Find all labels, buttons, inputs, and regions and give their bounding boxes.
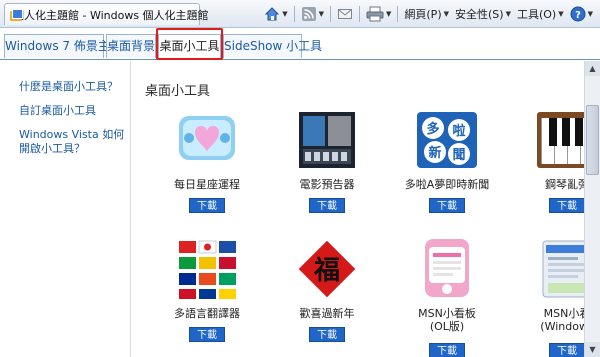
svg-text:聞: 聞: [452, 148, 465, 163]
vertical-scrollbar[interactable]: ▲ ▼: [584, 61, 600, 357]
tab-highlight-box: [156, 28, 223, 60]
new-year-fortune-icon: 福: [298, 240, 356, 298]
download-button[interactable]: 下載: [309, 198, 345, 213]
tab-windows7-themes[interactable]: Windows 7 佈景主題: [4, 34, 122, 58]
download-button[interactable]: 下載: [549, 343, 584, 357]
scroll-thumb[interactable]: [586, 105, 599, 175]
page-menu[interactable]: 網頁(P) ▼: [401, 4, 452, 24]
mail-button[interactable]: [334, 4, 356, 24]
tab-title: 個人化主題館 - Windows 個人化主題館: [13, 8, 209, 22]
scroll-down-arrow-icon[interactable]: ▼: [585, 342, 600, 357]
tools-menu[interactable]: 工具(O) ▼: [514, 4, 567, 24]
sidebar: 什麼是桌面小工具？ 自訂桌面小工具 Windows Vista 如何 開啟小工具…: [0, 61, 131, 357]
fortune-char: 福: [313, 256, 340, 286]
download-button[interactable]: 下載: [189, 198, 225, 213]
home-icon: [265, 7, 280, 21]
separator: [359, 6, 360, 22]
svg-text:啦: 啦: [452, 123, 465, 139]
tab-sideshow-gadgets[interactable]: SideShow 小工具: [223, 34, 322, 58]
gadget-name: 鋼琴亂彈: [545, 178, 584, 191]
msn-board-icon: [425, 239, 469, 297]
tab-desktop-backgrounds[interactable]: 桌面背景: [106, 34, 156, 58]
gadget-name: 歡喜過新年: [299, 307, 355, 320]
tools-menu-label: 工具(O): [516, 8, 557, 21]
download-button[interactable]: 下載: [429, 198, 465, 213]
favorite-tab[interactable]: 個人化主題館 - Windows 個人化主題館: [4, 3, 209, 25]
gadget-name: 每日星座運程: [174, 178, 240, 191]
sidebar-link-what-are-gadgets[interactable]: 什麼是桌面小工具？: [19, 80, 118, 94]
news-icon-char: 多: [426, 121, 439, 137]
browser-toolbar: 個人化主題館 - Windows 個人化主題館 ▼ ▼ ▼ 網頁(P) ▼ 安全…: [0, 0, 600, 28]
separator: [293, 6, 295, 22]
help-button[interactable]: ? ▼: [567, 4, 596, 24]
command-bar: ▼ ▼ ▼ 網頁(P) ▼ 安全性(S) ▼ 工具(O) ▼ ? ▼: [261, 4, 596, 24]
piano-icon: [537, 112, 584, 168]
gadget-gallery: 桌面小工具 每日星座運程 下載 電影預告器 下載 多 啦 新 聞 多啦A夢即時新…: [132, 61, 584, 357]
home-button[interactable]: ▼: [261, 4, 290, 24]
sidebar-link-vista-how[interactable]: Windows Vista 如何: [19, 128, 124, 142]
feeds-button[interactable]: ▼: [298, 4, 327, 24]
svg-text:?: ?: [575, 10, 581, 21]
news-icon: 多 啦 新 聞: [417, 112, 477, 168]
separator: [330, 6, 331, 22]
gadget-name: 多啦A夢即時新聞: [404, 178, 490, 191]
safety-menu[interactable]: 安全性(S) ▼: [452, 4, 514, 24]
download-button[interactable]: 下載: [309, 327, 345, 342]
rss-icon: [301, 7, 316, 21]
gallery-tabs: Windows 7 佈景主題 桌面背景 桌面小工具 SideShow 小工具: [0, 28, 600, 60]
print-button[interactable]: ▼: [363, 4, 394, 24]
printer-icon: [366, 6, 384, 22]
safety-menu-label: 安全性(S): [455, 8, 504, 21]
msn-board-windows-icon: [542, 240, 584, 298]
mail-icon: [338, 9, 352, 19]
gadget-name: MSN小看板: [418, 307, 476, 320]
download-button[interactable]: 下載: [429, 343, 465, 357]
gadget-name: 多語言翻譯器: [174, 307, 240, 320]
sidebar-link-vista-open[interactable]: 開啟小工具？: [19, 142, 85, 156]
help-icon: ?: [570, 6, 586, 22]
gadget-name: 電影預告器: [299, 178, 355, 191]
translator-flags-icon: [179, 240, 236, 299]
movie-trailer-icon: [299, 112, 355, 168]
sidebar-link-customize-gadgets[interactable]: 自訂桌面小工具: [19, 104, 96, 118]
scroll-up-arrow-icon[interactable]: ▲: [585, 61, 600, 76]
gadget-name-line2: (Windows: [540, 320, 584, 333]
page-menu-label: 網頁(P): [404, 8, 442, 21]
gadget-name: MSN小看: [543, 307, 584, 320]
download-button[interactable]: 下載: [189, 327, 225, 342]
horoscope-icon: [179, 116, 235, 160]
separator: [397, 6, 399, 22]
svg-text:新: 新: [428, 145, 441, 161]
gadget-name-line2: (OL版): [429, 320, 465, 333]
download-button[interactable]: 下載: [549, 198, 584, 213]
section-heading: 桌面小工具: [145, 84, 211, 99]
